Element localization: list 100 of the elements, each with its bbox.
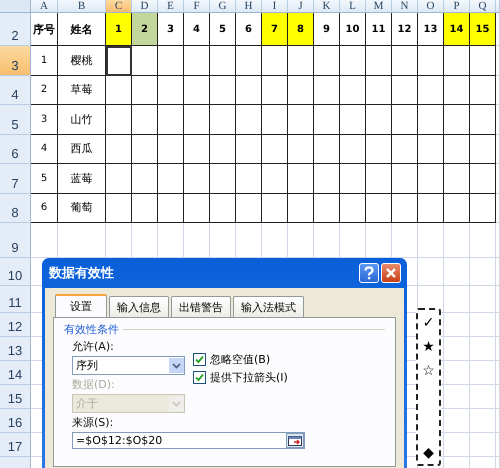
table-cell: [106, 164, 132, 194]
table-cell: [444, 105, 470, 134]
column-header[interactable]: B: [58, 0, 106, 13]
column-header[interactable]: K: [314, 0, 340, 13]
tab[interactable]: 输入信息: [109, 296, 169, 317]
row-header[interactable]: 17: [0, 433, 31, 457]
table-cell: [236, 194, 262, 223]
table-cell: [288, 46, 314, 76]
table-cell: [184, 194, 210, 223]
row-header[interactable]: 15: [0, 385, 31, 409]
checkbox-option[interactable]: 忽略空值(B): [193, 352, 288, 367]
table-cell: [340, 76, 366, 105]
column-header[interactable]: G: [210, 0, 236, 13]
table-cell: [366, 194, 392, 223]
table-cell: [392, 105, 418, 134]
table-cell: [184, 164, 210, 194]
table-cell: [58, 223, 106, 258]
range-picker-button[interactable]: [286, 433, 304, 448]
column-header[interactable]: D: [132, 0, 158, 13]
row-header[interactable]: 4: [0, 76, 31, 105]
column-header[interactable]: P: [444, 0, 470, 13]
table-cell: [106, 223, 132, 258]
table-cell: 14: [444, 13, 470, 46]
table-cell: [158, 134, 184, 164]
table-cell: [158, 105, 184, 134]
table-cell: [132, 134, 158, 164]
table-cell: [158, 194, 184, 223]
column-header[interactable]: Q: [470, 0, 496, 13]
table-cell: [210, 164, 236, 194]
column-header[interactable]: O: [418, 0, 444, 13]
selected-cell[interactable]: [106, 46, 132, 76]
row-header[interactable]: 16: [0, 409, 31, 433]
column-header[interactable]: A: [31, 0, 58, 13]
column-header[interactable]: C: [106, 0, 132, 13]
table-cell: [470, 223, 496, 258]
table-cell: [444, 134, 470, 164]
column-header[interactable]: F: [184, 0, 210, 13]
table-cell: [444, 433, 470, 457]
table-cell: 2: [132, 13, 158, 46]
source-field[interactable]: =$O$12:$O$20: [72, 432, 305, 449]
table-cell: [262, 164, 288, 194]
help-button[interactable]: [359, 263, 379, 283]
table-cell: [210, 76, 236, 105]
checkbox[interactable]: [193, 371, 206, 384]
table-cell: [236, 76, 262, 105]
row-header[interactable]: 9: [0, 223, 31, 258]
table-cell: [262, 194, 288, 223]
table-cell: [158, 46, 184, 76]
table-cell: [418, 194, 444, 223]
symbol-text: ★: [422, 338, 435, 356]
table-cell: [418, 76, 444, 105]
window-title: 数据有效性: [49, 265, 114, 282]
column-header[interactable]: J: [288, 0, 314, 13]
column-header[interactable]: E: [158, 0, 184, 13]
row-header[interactable]: 3: [0, 46, 31, 76]
checkbox-option[interactable]: 提供下拉箭头(I): [193, 370, 288, 385]
table-cell: [158, 223, 184, 258]
table-cell: [132, 164, 158, 194]
tab[interactable]: 出错警告: [171, 296, 231, 317]
symbol-text: ☆: [422, 362, 435, 380]
table-cell: 蓝莓: [58, 164, 106, 194]
table-cell: 12: [392, 13, 418, 46]
row-header[interactable]: 6: [0, 134, 31, 164]
table-cell: [132, 76, 158, 105]
column-header[interactable]: L: [340, 0, 366, 13]
table-cell: [340, 164, 366, 194]
table-cell: 葡萄: [58, 194, 106, 223]
field-label: 允许(A):: [72, 339, 115, 354]
table-cell: [444, 361, 470, 385]
table-cell: 3: [31, 105, 58, 134]
row-header[interactable]: 7: [0, 164, 31, 194]
help-icon: [363, 266, 375, 280]
allow-dropdown[interactable]: 序列: [72, 356, 185, 375]
tab[interactable]: 设置: [55, 294, 107, 317]
row-header[interactable]: 2: [0, 13, 31, 46]
table-cell: [444, 46, 470, 76]
table-cell: [236, 134, 262, 164]
checkbox[interactable]: [193, 353, 206, 366]
row-header[interactable]: 12: [0, 313, 31, 337]
column-header[interactable]: I: [262, 0, 288, 13]
column-header[interactable]: H: [236, 0, 262, 13]
row-header[interactable]: 8: [0, 194, 31, 223]
table-cell: 6: [236, 13, 262, 46]
table-cell: [392, 223, 418, 258]
column-header[interactable]: M: [366, 0, 392, 13]
column-header[interactable]: N: [392, 0, 418, 13]
row-header[interactable]: 10: [0, 258, 31, 286]
row-header[interactable]: 13: [0, 337, 31, 361]
table-cell: 5: [210, 13, 236, 46]
table-cell: [288, 105, 314, 134]
table-cell: 8: [288, 13, 314, 46]
close-button[interactable]: [381, 263, 401, 283]
table-cell: [470, 76, 496, 105]
tab[interactable]: 输入法模式: [233, 296, 304, 317]
row-header[interactable]: 14: [0, 361, 31, 385]
row-header[interactable]: 5: [0, 105, 31, 134]
table-cell: [470, 258, 496, 286]
table-cell: [366, 76, 392, 105]
table-cell: [210, 105, 236, 134]
row-header[interactable]: 11: [0, 286, 31, 313]
